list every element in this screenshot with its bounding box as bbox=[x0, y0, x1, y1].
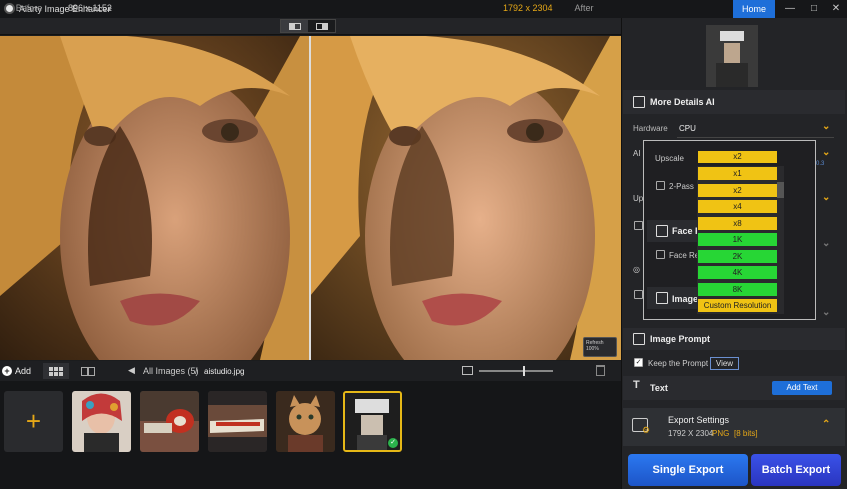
title-bar bbox=[0, 0, 847, 18]
after-resolution: 1792 x 2304 bbox=[503, 3, 553, 13]
upscale-option-custom-resolution[interactable]: Custom Resolution bbox=[698, 299, 777, 312]
image-icon bbox=[462, 366, 473, 375]
compare-split-handle[interactable] bbox=[309, 36, 311, 360]
image-section-icon bbox=[656, 292, 668, 304]
all-images-link[interactable]: All Images (5) bbox=[143, 366, 199, 376]
keep-prompt-label: Keep the Prompt bbox=[648, 359, 709, 368]
chevron-down-icon[interactable]: ⌄ bbox=[822, 307, 830, 318]
home-button[interactable]: Home bbox=[733, 0, 775, 18]
keep-prompt-checkbox[interactable]: ✓ bbox=[634, 358, 643, 367]
before-image[interactable] bbox=[0, 36, 310, 360]
upscale-option-2k[interactable]: 2K bbox=[698, 249, 777, 263]
ai-side-icon: ◎ bbox=[633, 265, 640, 274]
back-arrow-icon[interactable]: ◀ bbox=[128, 365, 135, 376]
zoom-slider-knob[interactable] bbox=[523, 366, 525, 376]
chevron-down-icon[interactable]: ⌄ bbox=[822, 192, 830, 203]
upscale-option-x2[interactable]: x2 bbox=[698, 183, 777, 197]
face-icon bbox=[656, 225, 668, 237]
dropdown-hover-bar bbox=[777, 182, 784, 198]
upscale-option-x8[interactable]: x8 bbox=[698, 216, 777, 230]
upscale-option-8k[interactable]: 8K bbox=[698, 282, 777, 296]
maximize-icon[interactable]: □ bbox=[803, 2, 825, 16]
split-view-icon bbox=[288, 22, 301, 30]
before-resolution: 896 x 1152 bbox=[68, 3, 112, 13]
plus-icon: + bbox=[2, 366, 12, 376]
refresh-widget[interactable]: Refresh 100% bbox=[583, 337, 617, 357]
add-text-button[interactable]: Add Text bbox=[772, 381, 832, 395]
view-mode-toggle[interactable] bbox=[280, 19, 336, 33]
two-pass-label: 2-Pass bbox=[669, 182, 694, 191]
chevrons-up-icon[interactable]: ⌃ bbox=[822, 419, 830, 430]
batch-export-button[interactable]: Batch Export bbox=[751, 454, 841, 486]
grid-view-large-button[interactable] bbox=[43, 363, 69, 379]
chevron-down-icon[interactable]: ⌄ bbox=[822, 238, 830, 249]
side-by-side-button[interactable] bbox=[308, 20, 335, 32]
face-checkbox[interactable] bbox=[634, 221, 643, 230]
trash-icon[interactable] bbox=[596, 365, 605, 376]
close-icon[interactable]: ✕ bbox=[825, 2, 847, 16]
upscale-option-4k[interactable]: 4K bbox=[698, 266, 777, 279]
view-button[interactable]: View bbox=[710, 357, 739, 370]
after-label: After bbox=[574, 3, 594, 13]
grid-small-icon bbox=[81, 366, 95, 376]
face-rec-checkbox[interactable] bbox=[656, 250, 665, 259]
grid-icon bbox=[49, 366, 63, 376]
thumbnail-4[interactable] bbox=[276, 391, 335, 452]
upscale-option-x1[interactable]: x1 bbox=[698, 167, 777, 180]
thumbnail-3[interactable] bbox=[208, 391, 267, 452]
minimize-icon[interactable]: — bbox=[779, 2, 801, 16]
split-view-button[interactable] bbox=[281, 20, 308, 32]
upscale-option-1k[interactable]: 1K bbox=[698, 233, 777, 246]
thumbnail-1[interactable] bbox=[72, 391, 131, 452]
two-pass-checkbox[interactable] bbox=[656, 181, 665, 190]
add-label: Add bbox=[15, 366, 32, 376]
add-image-tile[interactable]: + bbox=[4, 391, 63, 452]
settings-icon: ⚙ bbox=[642, 425, 651, 435]
image-prompt-icon bbox=[633, 333, 645, 345]
single-export-button[interactable]: Single Export bbox=[628, 454, 748, 486]
ai-model-suffix: 0.3 bbox=[816, 161, 825, 167]
face-rec-label: Face Re bbox=[669, 251, 700, 260]
more-details-icon bbox=[633, 96, 645, 108]
image-checkbox[interactable] bbox=[634, 290, 643, 299]
add-button[interactable]: + Add bbox=[0, 361, 38, 381]
chevron-down-icon[interactable]: ⌄ bbox=[822, 147, 830, 158]
export-bits: [8 bits] bbox=[734, 429, 758, 438]
breadcrumb-separator: / bbox=[195, 366, 198, 376]
upscale-label: Upscale bbox=[655, 154, 684, 163]
export-settings-title: Export Settings bbox=[668, 415, 730, 425]
export-resolution: 1792 X 2304 bbox=[668, 429, 714, 438]
ai-model-label: AI bbox=[633, 149, 641, 158]
upscale-current-value[interactable]: x2 bbox=[698, 151, 777, 163]
export-format: PNG bbox=[712, 429, 730, 438]
image-section-title: Image bbox=[672, 294, 699, 304]
after-image[interactable] bbox=[310, 36, 621, 360]
hardware-underline bbox=[677, 137, 834, 138]
thumbnail-2[interactable] bbox=[140, 391, 199, 452]
zoom-label: 100% bbox=[586, 346, 599, 352]
more-details-title: More Details AI bbox=[650, 97, 715, 107]
check-icon: ✓ bbox=[388, 438, 398, 448]
preview-thumbnail[interactable] bbox=[706, 25, 758, 87]
current-filename: aistudio.jpg bbox=[204, 367, 245, 376]
grid-view-small-button[interactable] bbox=[75, 363, 101, 379]
hardware-value[interactable]: CPU bbox=[679, 124, 696, 133]
hardware-label: Hardware bbox=[633, 124, 668, 133]
before-label: Before bbox=[15, 3, 43, 13]
zoom-slider-track[interactable] bbox=[479, 370, 553, 372]
upscale-label-bg: Up bbox=[633, 194, 644, 203]
text-section-title: Text bbox=[650, 383, 668, 393]
image-prompt-title: Image Prompt bbox=[650, 334, 711, 344]
plus-icon: + bbox=[25, 406, 42, 436]
side-by-side-icon bbox=[315, 22, 328, 30]
chevron-down-icon[interactable]: ⌄ bbox=[822, 121, 830, 132]
export-settings-box[interactable] bbox=[623, 408, 845, 446]
upscale-option-x4[interactable]: x4 bbox=[698, 200, 777, 213]
text-tool-icon: T bbox=[633, 379, 640, 391]
